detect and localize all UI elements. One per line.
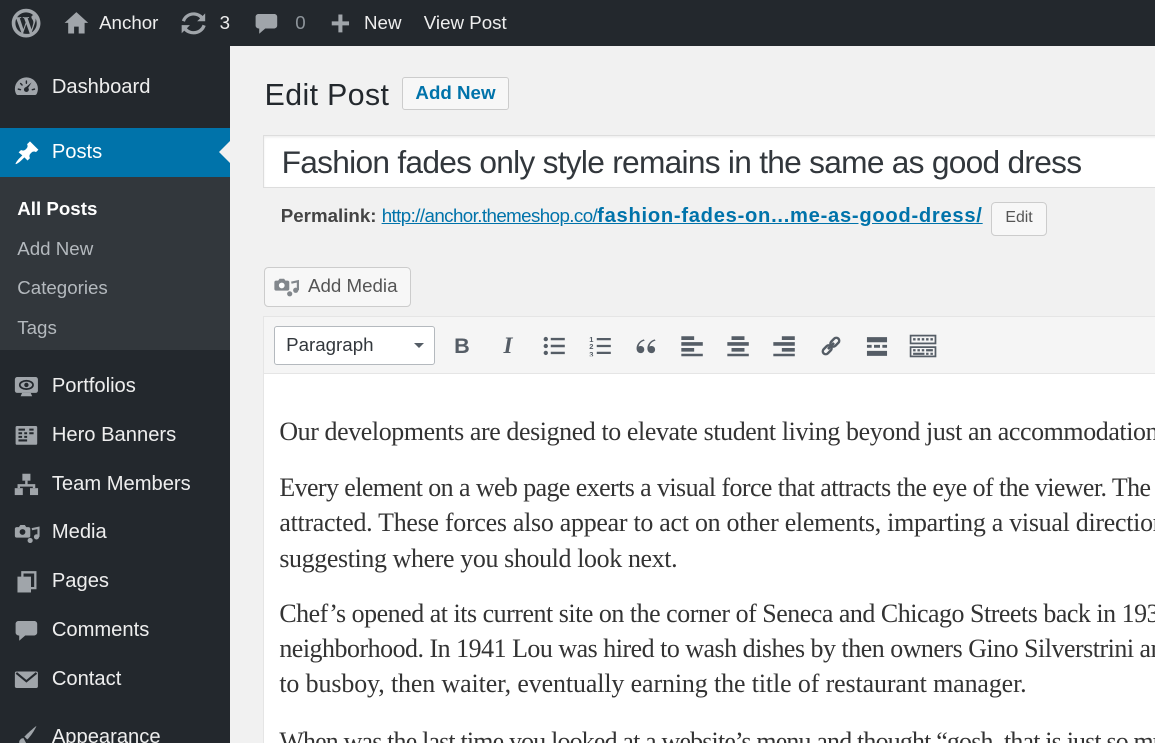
svg-text:3: 3 [589, 349, 593, 356]
